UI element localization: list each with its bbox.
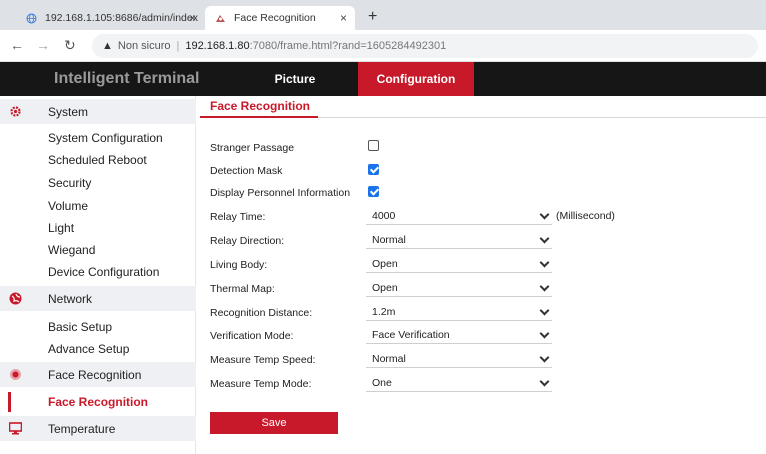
sidebar-item-device-configuration[interactable]: Device Configuration: [48, 265, 159, 279]
sidebar-item-light[interactable]: Light: [48, 221, 74, 235]
warning-icon[interactable]: ▲: [102, 40, 113, 52]
new-tab-button[interactable]: +: [368, 8, 377, 26]
browser-address-bar: ← → ↻ ▲ Non sicuro | 192.168.1.80 :7080/…: [0, 30, 766, 62]
thermal-map-label: Thermal Map:: [210, 283, 275, 295]
browser-tab-face-recognition[interactable]: Face Recognition ×: [205, 6, 355, 30]
select-value: Normal: [372, 353, 406, 365]
sidebar-group-label: Face Recognition: [48, 367, 142, 382]
menu-picture[interactable]: Picture: [230, 62, 360, 96]
chevron-down-icon: [539, 233, 550, 244]
menu-configuration[interactable]: Configuration: [358, 62, 474, 96]
sidebar-group-temperature[interactable]: Temperature: [0, 416, 196, 441]
sidebar-group-network[interactable]: Network: [0, 286, 196, 311]
display-personnel-checkbox[interactable]: [368, 186, 379, 197]
gear-icon: [9, 105, 22, 118]
recognition-distance-select[interactable]: 1.2m: [366, 304, 552, 321]
sidebar: System System Configuration Scheduled Re…: [0, 96, 196, 454]
sidebar-item-wiegand[interactable]: Wiegand: [48, 243, 95, 257]
record-icon: [9, 368, 22, 381]
browser-tab-bar: 192.168.1.105:8686/admin/index × Face Re…: [0, 0, 766, 30]
select-value: 1.2m: [372, 306, 396, 318]
chevron-down-icon: [539, 281, 550, 292]
title-underline: [200, 116, 318, 118]
chevron-down-icon: [539, 376, 550, 387]
close-icon[interactable]: ×: [340, 11, 347, 25]
sidebar-item-security[interactable]: Security: [48, 176, 91, 190]
forward-arrow-icon[interactable]: →: [36, 37, 50, 53]
relay-direction-label: Relay Direction:: [210, 235, 285, 247]
sidebar-item-advance-setup[interactable]: Advance Setup: [48, 342, 129, 356]
close-icon[interactable]: ×: [189, 11, 196, 25]
sidebar-item-system-configuration[interactable]: System Configuration: [48, 131, 163, 145]
living-body-select[interactable]: Open: [366, 256, 552, 273]
globe-icon: [9, 292, 22, 305]
measure-temp-speed-label: Measure Temp Speed:: [210, 354, 316, 366]
recognition-distance-label: Recognition Distance:: [210, 307, 313, 319]
save-button[interactable]: Save: [210, 412, 338, 434]
browser-tab-admin[interactable]: 192.168.1.105:8686/admin/index ×: [16, 6, 204, 30]
thermal-map-select[interactable]: Open: [366, 280, 552, 297]
app-header: Intelligent Terminal Picture Configurati…: [0, 62, 766, 96]
verification-mode-select[interactable]: Face Verification: [366, 327, 552, 344]
monitor-icon: [8, 422, 23, 435]
tab-title: Face Recognition: [234, 12, 316, 24]
url-host: 192.168.1.80: [185, 40, 250, 52]
security-label[interactable]: Non sicuro: [118, 40, 171, 52]
chevron-down-icon: [539, 257, 550, 268]
tab-title: 192.168.1.105:8686/admin/index: [45, 12, 198, 24]
globe-icon: [26, 13, 37, 24]
sidebar-item-scheduled-reboot[interactable]: Scheduled Reboot: [48, 153, 147, 167]
url-input[interactable]: ▲ Non sicuro | 192.168.1.80 :7080/frame.…: [92, 34, 758, 58]
select-value: Open: [372, 258, 398, 270]
verification-mode-label: Verification Mode:: [210, 330, 294, 342]
measure-temp-mode-label: Measure Temp Mode:: [210, 378, 312, 390]
chevron-down-icon: [539, 352, 550, 363]
display-personnel-label: Display Personnel Information: [210, 187, 351, 199]
stranger-passage-checkbox[interactable]: [368, 140, 379, 151]
app-favicon-icon: [215, 13, 226, 24]
sidebar-group-label: Network: [48, 291, 93, 306]
chevron-down-icon: [539, 209, 550, 220]
back-arrow-icon[interactable]: ←: [10, 37, 24, 53]
chevron-down-icon: [539, 328, 550, 339]
select-value: One: [372, 377, 392, 389]
select-value: Open: [372, 282, 398, 294]
detection-mask-label: Detection Mask: [210, 165, 283, 177]
sidebar-item-basic-setup[interactable]: Basic Setup: [48, 320, 112, 334]
select-value: Face Verification: [372, 329, 450, 341]
relay-time-label: Relay Time:: [210, 211, 266, 223]
brand-title: Intelligent Terminal: [54, 70, 200, 87]
relay-direction-select[interactable]: Normal: [366, 232, 552, 249]
sidebar-group-label: System: [48, 104, 89, 119]
sidebar-group-face-recognition[interactable]: Face Recognition: [0, 362, 196, 387]
url-separator: |: [176, 40, 180, 52]
relay-time-unit: (Millisecond): [556, 210, 615, 222]
chevron-down-icon: [539, 305, 550, 316]
select-value: Normal: [372, 234, 406, 246]
detection-mask-checkbox[interactable]: [368, 164, 379, 175]
sidebar-group-system[interactable]: System: [0, 99, 196, 124]
url-path: :7080/frame.html?rand=1605284492301: [249, 40, 447, 52]
sidebar-item-face-recognition[interactable]: Face Recognition: [8, 392, 196, 412]
sidebar-group-label: Temperature: [48, 421, 116, 436]
sidebar-item-volume[interactable]: Volume: [48, 199, 88, 213]
reload-icon[interactable]: ↻: [64, 37, 76, 54]
select-value: 4000: [372, 210, 396, 222]
page-title[interactable]: Face Recognition: [210, 99, 310, 113]
relay-time-select[interactable]: 4000: [366, 208, 552, 225]
living-body-label: Living Body:: [210, 259, 268, 271]
stranger-passage-label: Stranger Passage: [210, 142, 295, 154]
measure-temp-speed-select[interactable]: Normal: [366, 351, 552, 368]
measure-temp-mode-select[interactable]: One: [366, 375, 552, 392]
